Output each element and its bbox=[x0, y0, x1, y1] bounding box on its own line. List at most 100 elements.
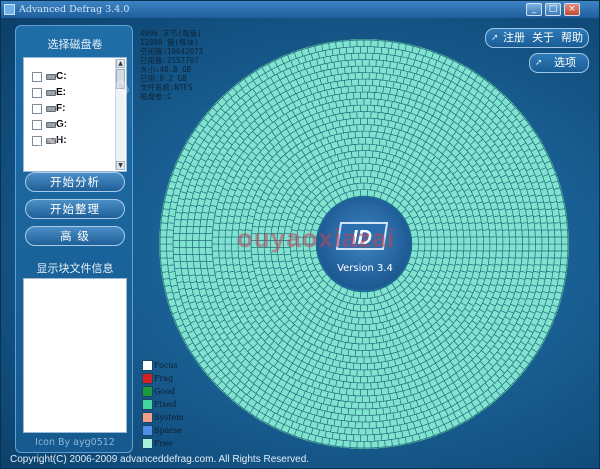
cluster-block bbox=[185, 232, 194, 241]
maximize-button[interactable]: □ bbox=[545, 3, 561, 16]
cluster-block bbox=[370, 39, 379, 48]
cluster-block bbox=[192, 253, 201, 263]
cluster-block bbox=[520, 257, 529, 266]
cluster-block bbox=[365, 65, 374, 74]
cluster-block bbox=[356, 447, 365, 450]
cluster-block bbox=[349, 381, 358, 390]
cluster-block bbox=[368, 395, 377, 403]
cluster-block bbox=[356, 98, 365, 106]
app-icon bbox=[4, 4, 15, 15]
cluster-block bbox=[358, 415, 367, 423]
cluster-block bbox=[377, 40, 386, 48]
cluster-block bbox=[535, 236, 543, 245]
cluster-block bbox=[489, 236, 497, 245]
cluster-block bbox=[356, 441, 365, 449]
cluster-block bbox=[172, 233, 181, 241]
cluster-block bbox=[379, 53, 388, 62]
window-title: Advanced Defrag 3.4.0 bbox=[19, 4, 130, 15]
cluster-block bbox=[546, 215, 555, 224]
checkbox[interactable] bbox=[32, 120, 42, 130]
cluster-block bbox=[225, 257, 234, 266]
cluster-block bbox=[349, 111, 358, 120]
cluster-block bbox=[347, 144, 356, 153]
cluster-block bbox=[363, 382, 372, 390]
cluster-block bbox=[354, 72, 363, 80]
cluster-block bbox=[350, 163, 360, 172]
cluster-block bbox=[354, 59, 363, 67]
checkbox[interactable] bbox=[32, 88, 42, 98]
cluster-block bbox=[358, 330, 367, 338]
cluster-block bbox=[501, 229, 510, 238]
legend-fixed: Fixed bbox=[142, 399, 222, 411]
cluster-block bbox=[212, 222, 221, 231]
cluster-block bbox=[443, 229, 452, 238]
cluster-block bbox=[380, 433, 390, 442]
stat-line: 磁盘卷:C bbox=[140, 92, 172, 101]
cluster-block bbox=[429, 229, 438, 238]
cluster-block bbox=[179, 232, 187, 241]
checkbox[interactable] bbox=[32, 72, 42, 82]
cluster-block bbox=[347, 85, 356, 94]
scroll-up-icon[interactable]: ▲ bbox=[116, 59, 125, 68]
minimize-button[interactable]: _ bbox=[526, 3, 542, 16]
cluster-block bbox=[347, 394, 356, 403]
cluster-block bbox=[350, 329, 360, 338]
cluster-block bbox=[342, 440, 351, 448]
cluster-block bbox=[469, 229, 478, 238]
cluster-block bbox=[368, 143, 377, 152]
cluster-block bbox=[337, 53, 346, 62]
cluster-block bbox=[358, 78, 367, 86]
advanced-button[interactable]: 高 级 bbox=[25, 226, 125, 246]
cluster-block bbox=[372, 78, 381, 87]
defrag-button[interactable]: 开始整理 bbox=[25, 199, 125, 219]
cluster-block bbox=[372, 137, 381, 146]
cluster-block bbox=[352, 434, 361, 442]
block-info-box bbox=[23, 278, 127, 433]
cluster-block bbox=[358, 163, 367, 171]
cluster-block bbox=[361, 72, 370, 80]
cluster-block bbox=[363, 124, 372, 132]
close-button[interactable]: × bbox=[564, 3, 580, 16]
cluster-block bbox=[352, 117, 361, 126]
cluster-block bbox=[377, 381, 386, 390]
cluster-block bbox=[344, 53, 353, 61]
cluster-block bbox=[508, 243, 517, 252]
cluster-block bbox=[424, 243, 432, 252]
cluster-block bbox=[173, 218, 182, 228]
cluster-block bbox=[349, 124, 358, 133]
cluster-block bbox=[360, 389, 368, 397]
legend-label: Good bbox=[154, 387, 176, 396]
cluster-block bbox=[547, 250, 556, 259]
cluster-block bbox=[224, 243, 233, 252]
cluster-block bbox=[370, 381, 379, 390]
cluster-block bbox=[356, 111, 365, 119]
cluster-block bbox=[160, 264, 169, 273]
cluster-block bbox=[377, 440, 386, 448]
analyze-button[interactable]: 开始分析 bbox=[25, 172, 125, 192]
cluster-block bbox=[541, 229, 549, 238]
cluster-block bbox=[360, 104, 368, 112]
cluster-block bbox=[351, 414, 360, 423]
cluster-block bbox=[379, 66, 388, 75]
cluster-block bbox=[361, 421, 370, 429]
cluster-block bbox=[354, 156, 363, 165]
cluster-block bbox=[218, 243, 226, 252]
stat-line: 文件系统:NTFS bbox=[140, 83, 193, 92]
cluster-block bbox=[361, 130, 370, 138]
cluster-block bbox=[344, 79, 353, 87]
cluster-block bbox=[359, 189, 369, 197]
cluster-block bbox=[356, 124, 365, 132]
cluster-block bbox=[337, 66, 346, 75]
scroll-down-icon[interactable]: ▼ bbox=[116, 161, 125, 170]
cluster-block bbox=[356, 382, 365, 390]
cluster-block bbox=[342, 367, 351, 377]
cluster-block bbox=[561, 236, 569, 245]
cluster-block bbox=[344, 401, 353, 409]
checkbox[interactable] bbox=[32, 104, 42, 114]
cluster-block bbox=[373, 105, 383, 113]
cluster-block bbox=[345, 433, 355, 442]
cluster-block bbox=[356, 356, 365, 364]
drive-label: E: bbox=[56, 87, 66, 98]
legend-label: Free bbox=[154, 439, 173, 448]
cluster-block bbox=[340, 407, 349, 416]
